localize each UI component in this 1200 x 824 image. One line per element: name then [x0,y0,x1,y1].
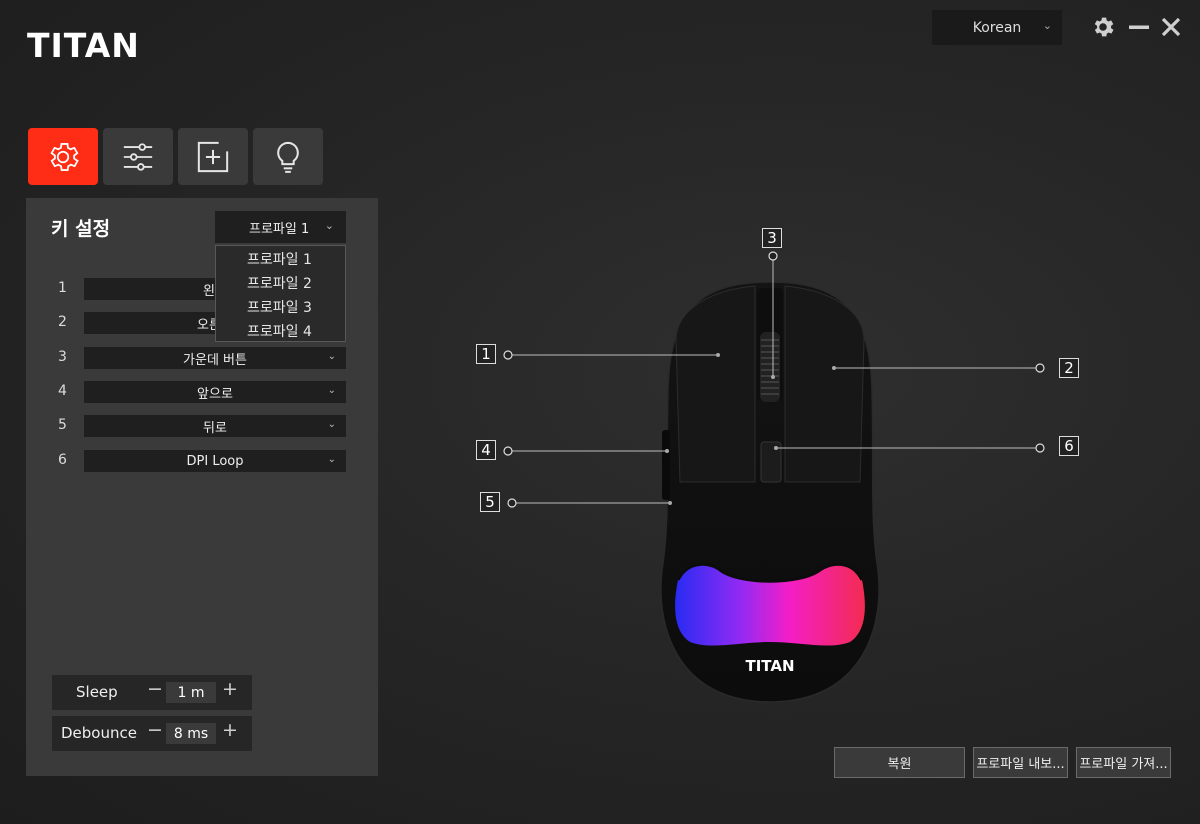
callout-6: 6 [1059,436,1079,456]
profile-dropdown: 프로파일 1 프로파일 2 프로파일 3 프로파일 4 [215,245,346,342]
callout-lines [503,251,1045,508]
callout-3: 3 [762,228,782,248]
callout-4: 4 [476,440,496,460]
profile-option[interactable]: 프로파일 4 [216,320,345,344]
profile-option[interactable]: 프로파일 1 [216,248,345,272]
profile-option[interactable]: 프로파일 3 [216,296,345,320]
profile-option[interactable]: 프로파일 2 [216,272,345,296]
import-profile-button[interactable]: 프로파일 가져... [1076,747,1171,778]
callout-1: 1 [476,344,496,364]
callout-5: 5 [480,492,500,512]
export-profile-button[interactable]: 프로파일 내보... [973,747,1068,778]
restore-button[interactable]: 복원 [834,747,965,778]
callout-2: 2 [1059,358,1079,378]
